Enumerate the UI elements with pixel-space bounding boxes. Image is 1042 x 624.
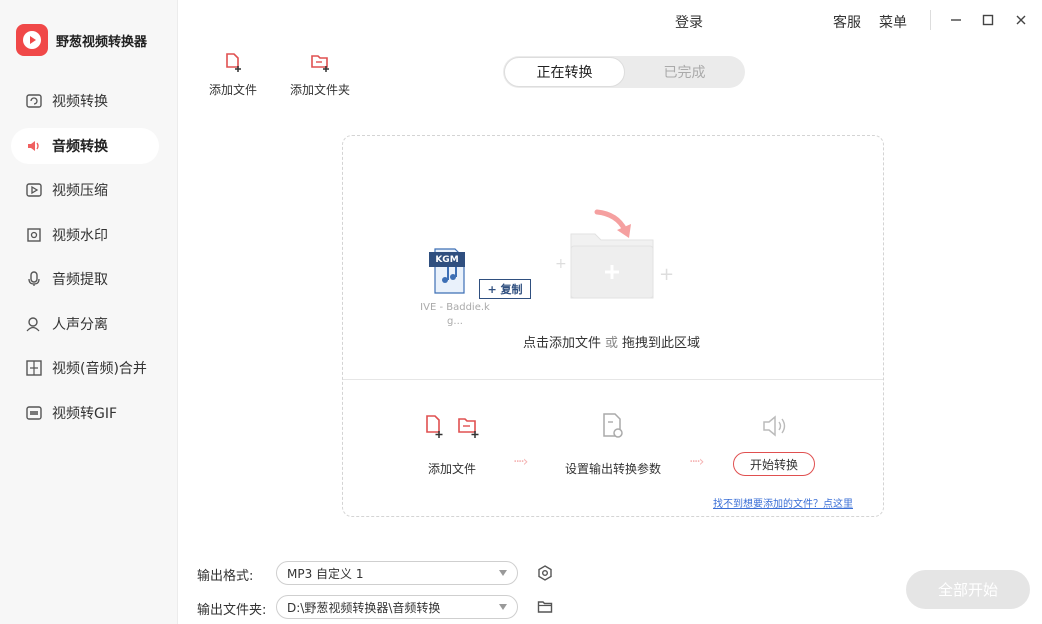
vocal-separate-icon	[25, 315, 43, 333]
output-folder-value: D:\野葱视频转换器\音频转换	[287, 600, 441, 615]
menu-link[interactable]: 菜单	[879, 12, 907, 32]
add-file-icon	[226, 53, 241, 72]
merge-icon	[25, 359, 43, 377]
drop-hint: 点击添加文件或拖拽到此区域	[523, 332, 700, 351]
sidebar-item-audio-convert[interactable]: 音频转换	[11, 127, 159, 164]
maximize-icon	[982, 14, 994, 26]
svg-text:+: +	[555, 256, 567, 272]
sidebar-item-label: 音频转换	[52, 138, 108, 155]
support-link[interactable]: 客服	[833, 12, 861, 32]
sidebar-item-gif[interactable]: 视频转GIF	[11, 395, 159, 431]
drop-hint-drag: 拖拽到此区域	[622, 336, 701, 351]
drop-zone-divider	[343, 379, 883, 380]
video-watermark-icon	[25, 226, 43, 244]
drop-hint-add: 点击添加文件	[523, 336, 602, 351]
sidebar-nav: 视频转换 音频转换 视频压缩 视频水印 音频提取 人声分离 视频(音频)合并 视…	[11, 83, 159, 439]
sidebar-item-video-convert[interactable]: 视频转换	[11, 83, 159, 119]
add-file-label: 添加文件	[209, 83, 258, 97]
tab-done[interactable]: 已完成	[625, 57, 744, 87]
sidebar-item-vocal-separate[interactable]: 人声分离	[11, 306, 159, 342]
audio-extract-icon	[25, 270, 43, 288]
folder-drop-icon: + +	[555, 209, 674, 299]
output-format-value: MP3 自定义 1	[287, 566, 364, 581]
sidebar-item-label: 视频压缩	[52, 183, 108, 199]
titlebar-divider	[930, 10, 931, 30]
output-folder-select[interactable]: D:\野葱视频转换器\音频转换	[276, 595, 518, 619]
tab-converting[interactable]: 正在转换	[504, 57, 625, 87]
step2-label: 设置输出转换参数	[565, 462, 662, 476]
dragged-file-name: IVE - Baddie.kg...	[420, 302, 490, 327]
help-link[interactable]: 找不到想要添加的文件？点这里	[713, 495, 853, 510]
file-type-badge: KGM	[429, 252, 465, 267]
step3-icon-wrap	[761, 413, 789, 443]
step1-label: 添加文件	[428, 462, 477, 476]
close-button[interactable]	[1011, 10, 1031, 30]
maximize-button[interactable]	[978, 10, 998, 30]
brand: 野葱视频转换器	[16, 24, 147, 56]
video-compress-icon	[25, 181, 43, 199]
step1-icons	[423, 414, 485, 446]
start-all-button[interactable]: 全部开始	[906, 570, 1030, 609]
drop-hint-or: 或	[605, 336, 619, 351]
drop-zone[interactable]: KGM + 复制 IVE - Baddie.kg... + + 点击添加文件或拖…	[342, 135, 884, 517]
step-arrow-1: ····›	[513, 454, 528, 470]
add-file-button[interactable]: 添加文件	[209, 52, 257, 98]
close-icon	[1016, 15, 1026, 25]
minimize-icon	[951, 19, 961, 21]
gif-icon	[25, 404, 43, 422]
sidebar-item-label: 视频(音频)合并	[52, 361, 147, 377]
step2-icon-wrap	[601, 412, 627, 444]
audio-speaker-icon	[763, 415, 786, 437]
sidebar-item-label: 音频提取	[52, 272, 108, 288]
sidebar-item-video-watermark[interactable]: 视频水印	[11, 217, 159, 253]
sidebar-item-label: 视频水印	[52, 227, 108, 244]
folder-icon	[537, 601, 553, 613]
step-arrow-2: ····›	[689, 454, 704, 470]
app-name: 野葱视频转换器	[56, 34, 148, 50]
output-format-select[interactable]: MP3 自定义 1	[276, 561, 518, 585]
sidebar-item-label: 视频转换	[52, 94, 108, 110]
audio-convert-icon	[25, 137, 43, 155]
app-logo-icon	[16, 24, 48, 56]
sidebar-item-merge[interactable]: 视频(音频)合并	[11, 350, 159, 386]
output-folder-label: 输出文件夹:	[197, 603, 267, 618]
format-settings-button[interactable]	[536, 564, 554, 582]
add-folder-label: 添加文件夹	[290, 83, 351, 97]
chevron-down-icon	[499, 570, 507, 576]
sidebar-item-audio-extract[interactable]: 音频提取	[11, 261, 159, 297]
add-folder-icon	[311, 55, 329, 72]
start-convert-button[interactable]: 开始转换	[733, 452, 815, 476]
gear-icon	[538, 565, 552, 581]
settings-file-icon	[603, 413, 623, 438]
copy-badge: + 复制	[479, 279, 531, 299]
video-convert-icon	[25, 92, 43, 110]
minimize-button[interactable]	[946, 10, 966, 30]
login-link[interactable]: 登录	[675, 12, 703, 32]
sidebar-item-label: 人声分离	[52, 316, 108, 333]
sidebar-item-label: 视频转GIF	[52, 405, 118, 422]
open-folder-button[interactable]	[536, 598, 554, 616]
sidebar-item-video-compress[interactable]: 视频压缩	[11, 172, 159, 208]
output-format-label: 输出格式:	[197, 569, 254, 584]
chevron-down-icon	[499, 604, 507, 610]
add-file-folder-icon	[426, 415, 479, 438]
add-folder-button[interactable]: 添加文件夹	[290, 52, 350, 98]
sidebar: 野葱视频转换器 视频转换 音频转换 视频压缩 视频水印 音频提取 人声分离 视频…	[0, 0, 178, 624]
drop-folder-graphic: + +	[555, 208, 685, 308]
svg-text:+: +	[659, 264, 674, 285]
status-tabs: 正在转换 已完成	[503, 56, 745, 88]
